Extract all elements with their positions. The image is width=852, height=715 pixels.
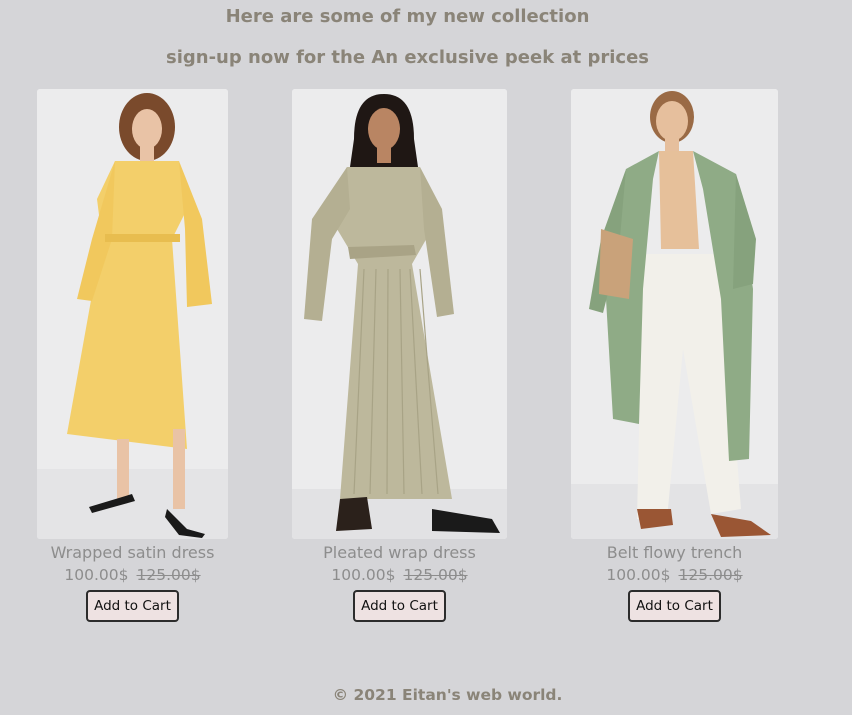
current-price: 100.00$ xyxy=(331,566,396,584)
add-to-cart-button[interactable]: Add to Cart xyxy=(628,590,721,622)
product-name: Wrapped satin dress xyxy=(50,543,215,562)
pleated-dress-photo xyxy=(292,89,507,539)
price-row: 100.00$ 125.00$ xyxy=(64,566,200,584)
product-card-pleated-wrap-dress: Pleated wrap dress 100.00$ 125.00$ Add to… xyxy=(292,89,507,622)
product-card-belt-flowy-trench: Belt flowy trench 100.00$ 125.00$ Add to … xyxy=(571,89,778,622)
product-image[interactable] xyxy=(37,89,228,539)
footer-copyright: © 2021 Eitan's web world. xyxy=(332,686,563,704)
product-image[interactable] xyxy=(571,89,778,539)
product-card-wrapped-satin-dress: Wrapped satin dress 100.00$ 125.00$ Add t… xyxy=(37,89,228,622)
yellow-dress-photo xyxy=(37,89,228,539)
old-price: 125.00$ xyxy=(136,566,201,584)
trench-coat-photo xyxy=(571,89,778,539)
product-image[interactable] xyxy=(292,89,507,539)
signup-subheading: sign-up now for the An exclusive peek at… xyxy=(166,47,649,68)
product-name: Belt flowy trench xyxy=(606,543,743,562)
add-to-cart-button[interactable]: Add to Cart xyxy=(86,590,179,622)
product-name: Pleated wrap dress xyxy=(323,543,476,562)
collection-heading: Here are some of my new collection xyxy=(225,6,590,27)
current-price: 100.00$ xyxy=(606,566,671,584)
current-price: 100.00$ xyxy=(64,566,129,584)
old-price: 125.00$ xyxy=(403,566,468,584)
add-to-cart-button[interactable]: Add to Cart xyxy=(353,590,446,622)
old-price: 125.00$ xyxy=(678,566,743,584)
price-row: 100.00$ 125.00$ xyxy=(331,566,467,584)
price-row: 100.00$ 125.00$ xyxy=(606,566,742,584)
